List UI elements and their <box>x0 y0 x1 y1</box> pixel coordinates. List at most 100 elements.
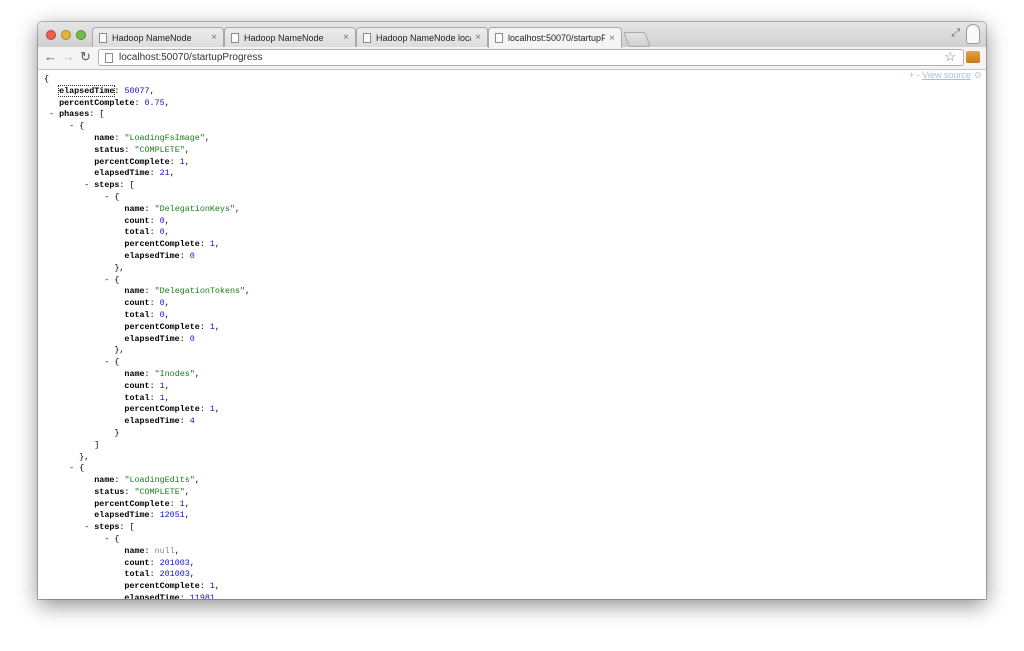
browser-window: Hadoop NameNode × Hadoop NameNode × Hado… <box>38 22 986 599</box>
json-punct: : <box>199 404 210 415</box>
collapse-toggle[interactable]: - <box>44 463 79 473</box>
json-line: - { <box>44 534 250 546</box>
page-icon <box>363 32 371 43</box>
expand-collapse-toggle[interactable]: + - <box>909 70 920 80</box>
json-line: name: "Inodes", <box>44 369 250 381</box>
json-key: elapsedTime <box>124 250 180 261</box>
json-line: status: "COMPLETE", <box>44 145 250 157</box>
json-key: status <box>94 486 125 497</box>
tab-3[interactable]: Hadoop NameNode localhos × <box>356 27 488 47</box>
json-key: elapsedTime <box>124 593 180 599</box>
json-line: - steps: [ <box>44 522 250 534</box>
json-line: percentComplete: 1, <box>44 157 250 169</box>
json-number-value: 0 <box>189 333 195 344</box>
address-bar[interactable]: localhost:50070/startupProgress <box>98 49 964 66</box>
json-line: percentComplete: 0.75, <box>44 98 250 110</box>
tab-strip: Hadoop NameNode × Hadoop NameNode × Hado… <box>38 22 986 48</box>
json-key: percentComplete <box>94 498 170 509</box>
json-punct: : <box>149 510 160 521</box>
json-line: status: "COMPLETE", <box>44 487 250 499</box>
json-punct <box>44 98 59 108</box>
view-source-link[interactable]: View source <box>922 70 971 80</box>
collapse-toggle[interactable]: - <box>44 534 114 544</box>
json-punct: : <box>149 392 160 403</box>
json-key: name <box>94 132 115 143</box>
close-icon[interactable]: × <box>475 32 481 43</box>
json-punct: { <box>79 463 85 474</box>
json-punct <box>44 558 124 568</box>
json-line: name: "LoadingEdits", <box>44 475 250 487</box>
json-line: - { <box>44 275 250 287</box>
close-icon[interactable]: × <box>211 32 217 43</box>
tab-title: Hadoop NameNode <box>112 32 192 43</box>
extension-icon[interactable] <box>966 51 980 63</box>
json-punct <box>44 381 124 391</box>
json-key: steps <box>94 180 120 191</box>
page-icon <box>495 33 503 43</box>
json-punct: , <box>189 569 195 580</box>
json-punct: , <box>164 298 170 309</box>
close-window-button[interactable] <box>46 30 56 40</box>
json-punct: : <box>144 368 155 379</box>
json-punct <box>44 204 124 214</box>
json-key: total <box>124 227 150 238</box>
collapse-toggle[interactable]: - <box>44 180 94 190</box>
json-key: steps <box>94 522 120 533</box>
zoom-window-button[interactable] <box>76 30 86 40</box>
json-punct: , <box>164 215 170 226</box>
json-punct: , <box>164 97 170 108</box>
collapse-toggle[interactable]: - <box>44 109 59 119</box>
tab-4-active[interactable]: localhost:50070/startupProg × <box>488 27 622 48</box>
json-line: percentComplete: 1, <box>44 239 250 251</box>
json-punct <box>44 322 124 332</box>
browser-toolbar: ← → ↻ localhost:50070/startupProgress ☆ <box>38 47 986 70</box>
json-punct <box>44 286 124 296</box>
page-icon <box>231 32 239 43</box>
bookmark-star-icon[interactable]: ☆ <box>944 49 956 65</box>
tab-title: localhost:50070/startupProg <box>508 33 606 43</box>
close-icon[interactable]: × <box>343 32 349 43</box>
json-punct: , <box>214 581 220 592</box>
collapse-toggle[interactable]: - <box>44 275 114 285</box>
collapse-toggle[interactable]: - <box>44 192 114 202</box>
json-line: total: 0, <box>44 310 250 322</box>
json-punct: : <box>149 215 160 226</box>
minimize-window-button[interactable] <box>61 30 71 40</box>
reload-icon[interactable]: ↻ <box>80 49 91 65</box>
json-punct: : <box>124 486 135 497</box>
json-key: percentComplete <box>124 321 200 332</box>
json-line: elapsedTime: 50077, <box>44 84 250 98</box>
json-number-value: 21 <box>159 168 170 179</box>
forward-arrow-icon[interactable]: → <box>62 49 75 65</box>
json-key: elapsedTime <box>124 333 180 344</box>
fullscreen-icon[interactable]: ⤢ <box>951 27 960 40</box>
json-punct <box>44 569 124 579</box>
back-arrow-icon[interactable]: ← <box>44 49 57 65</box>
profile-avatar-icon[interactable] <box>966 24 980 44</box>
json-punct: : <box>114 132 125 143</box>
json-key: count <box>124 298 150 309</box>
json-line: - { <box>44 357 250 369</box>
json-punct: : <box>124 144 135 155</box>
new-tab-button[interactable] <box>623 32 651 47</box>
json-key: name <box>124 545 145 556</box>
json-string-value: "COMPLETE" <box>134 144 185 155</box>
tab-2[interactable]: Hadoop NameNode × <box>224 27 356 47</box>
json-punct: , <box>235 203 241 214</box>
collapse-toggle[interactable]: - <box>44 522 94 532</box>
collapse-toggle[interactable]: - <box>44 357 114 367</box>
json-punct: , <box>184 144 190 155</box>
json-punct: , <box>214 321 220 332</box>
json-punct: }, <box>44 451 90 462</box>
json-line: percentComplete: 1, <box>44 404 250 416</box>
close-icon[interactable]: × <box>609 33 615 44</box>
json-string-value: "COMPLETE" <box>134 486 185 497</box>
json-punct: , <box>149 85 155 96</box>
json-line: }, <box>44 345 250 357</box>
tab-1[interactable]: Hadoop NameNode × <box>92 27 224 47</box>
gear-icon[interactable]: ⚙ <box>974 70 982 80</box>
json-line: elapsedTime: 12051, <box>44 510 250 522</box>
json-punct <box>44 239 124 249</box>
collapse-toggle[interactable]: - <box>44 121 79 131</box>
json-line: count: 201003, <box>44 558 250 570</box>
